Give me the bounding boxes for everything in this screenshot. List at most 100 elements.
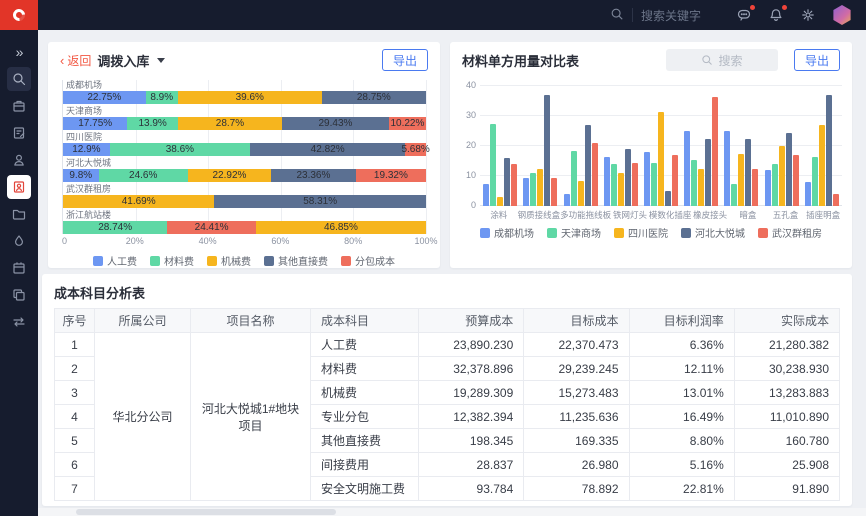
cell-no: 5 (55, 429, 95, 453)
cell-target: 22,370.473 (524, 333, 629, 357)
bar (812, 157, 818, 207)
bar (826, 95, 832, 206)
legend-label: 成都机场 (494, 225, 534, 240)
legend-item[interactable]: 河北大悦城 (681, 225, 745, 240)
bar-groups (480, 80, 842, 206)
sidebar-item-transfer[interactable] (7, 310, 31, 334)
category-label: 天津商场 (63, 106, 426, 117)
avatar[interactable] (832, 5, 852, 25)
bar-segment: 17.75% (63, 117, 127, 130)
bar (819, 125, 825, 206)
x-tick-label: 100% (414, 236, 437, 246)
legend-swatch (93, 256, 103, 266)
column-header: 序号 (55, 309, 95, 333)
chevron-down-icon[interactable] (157, 58, 165, 63)
legend-item[interactable]: 机械费 (207, 253, 251, 268)
search-icon (701, 54, 713, 66)
cell-no: 7 (55, 477, 95, 501)
cell-subject: 材料费 (311, 357, 419, 381)
bar (625, 149, 631, 206)
cell-subject: 间接费用 (311, 453, 419, 477)
bar (511, 164, 517, 206)
bar-group (802, 80, 842, 206)
legend-item[interactable]: 材料费 (150, 253, 194, 268)
scrollbar-thumb[interactable] (76, 509, 336, 515)
cell-subject: 机械费 (311, 381, 419, 405)
legend-item[interactable]: 人工费 (93, 253, 137, 268)
back-link[interactable]: ‹ 返回 (60, 52, 91, 69)
sidebar-item-drop[interactable] (7, 229, 31, 253)
column-header: 实际成本 (734, 309, 839, 333)
app-logo[interactable] (0, 0, 38, 30)
cell-actual: 30,238.930 (734, 357, 839, 381)
y-tick-label: 0 (458, 200, 476, 210)
material-search-input[interactable]: 搜索 (666, 49, 778, 71)
notification-dot (782, 5, 787, 10)
stacked-bar: 28.74%24.41%46.85% (63, 221, 426, 234)
cell-no: 2 (55, 357, 95, 381)
sidebar-item-user-stamp[interactable] (7, 148, 31, 172)
bell-icon[interactable] (768, 7, 784, 23)
bar-group (641, 80, 681, 206)
sidebar-item-calendar[interactable] (7, 256, 31, 280)
sidebar-item-building[interactable] (7, 94, 31, 118)
bar-segment: 22.75% (63, 91, 146, 104)
bar (786, 133, 792, 207)
bar (691, 160, 697, 207)
bar (611, 164, 617, 206)
cell-budget: 32,378.896 (419, 357, 524, 381)
cell-budget: 23,890.230 (419, 333, 524, 357)
panel-material-usage: 材料单方用量对比表 搜索 导出 010203040 涂料钢质接线盒多功能拖线板铁… (450, 42, 852, 268)
legend-item[interactable]: 武汉群租房 (758, 225, 822, 240)
legend-swatch (207, 256, 217, 266)
bar (765, 170, 771, 206)
bar (578, 181, 584, 207)
export-button-left[interactable]: 导出 (382, 49, 428, 71)
cell-subject: 其他直接费 (311, 429, 419, 453)
cell-actual: 13,283.883 (734, 381, 839, 405)
bar (698, 169, 704, 207)
y-tick-label: 30 (458, 110, 476, 120)
column-header: 项目名称 (191, 309, 311, 333)
cell-actual: 11,010.890 (734, 405, 839, 429)
panel-left-header: ‹ 返回 调拨入库 导出 (48, 42, 440, 78)
legend-item[interactable]: 成都机场 (480, 225, 534, 240)
legend-item[interactable]: 天津商场 (547, 225, 601, 240)
legend-swatch (341, 256, 351, 266)
sidebar-item-folder[interactable] (7, 202, 31, 226)
cell-margin: 13.01% (629, 381, 734, 405)
bar (752, 169, 758, 207)
cell-subject: 人工费 (311, 333, 419, 357)
chat-icon[interactable] (736, 7, 752, 23)
global-search[interactable]: 搜索关键字 (610, 7, 701, 24)
cell-target: 78.892 (524, 477, 629, 501)
sidebar-item-clipboard-edit[interactable] (7, 121, 31, 145)
legend-label: 武汉群租房 (772, 225, 822, 240)
cell-margin: 8.80% (629, 429, 734, 453)
stacked-bar: 41.69%58.31% (63, 195, 426, 208)
x-tick-label: 20% (126, 236, 144, 246)
legend-item[interactable]: 其他直接费 (264, 253, 328, 268)
gear-icon[interactable] (800, 7, 816, 23)
legend-item[interactable]: 分包成本 (341, 253, 395, 268)
cell-budget: 198.345 (419, 429, 524, 453)
bar (738, 154, 744, 207)
sidebar-item-expand[interactable]: » (7, 40, 31, 64)
bar (779, 146, 785, 206)
sidebar-item-copy[interactable] (7, 283, 31, 307)
horizontal-scrollbar[interactable] (38, 508, 866, 516)
category-label: 河北大悦城 (63, 158, 426, 169)
legend-item[interactable]: 四川医院 (614, 225, 668, 240)
main-content: ‹ 返回 调拨入库 导出 成都机场22.75%8.9%39.6%28.75%天津… (38, 30, 866, 516)
sidebar-item-material-clipboard[interactable] (7, 175, 31, 199)
bar-group (681, 80, 721, 206)
sidebar-item-search[interactable] (7, 67, 31, 91)
bar (490, 124, 496, 207)
stacked-chart-x-axis: 020%40%60%80%100% (62, 236, 426, 249)
bar-segment: 9.8% (63, 169, 99, 182)
legend-label: 其他直接费 (278, 253, 328, 268)
export-button-right[interactable]: 导出 (794, 49, 840, 71)
x-category-label: 铁网灯头 (611, 209, 649, 221)
x-tick-label: 40% (199, 236, 217, 246)
bar (705, 139, 711, 207)
